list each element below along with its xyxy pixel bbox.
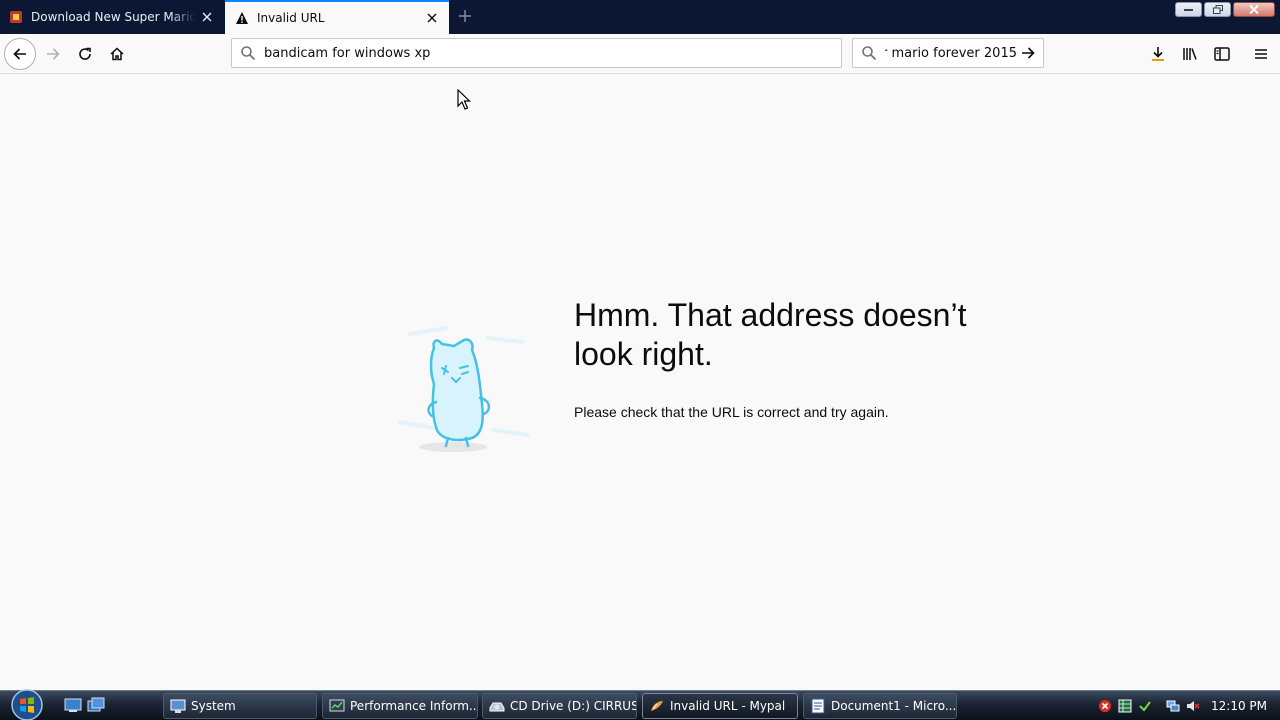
- url-input[interactable]: [264, 45, 841, 61]
- reload-icon: [79, 47, 91, 60]
- taskbar-item-label: Document1 - Micro...: [831, 699, 957, 713]
- word-document-icon: [810, 698, 826, 714]
- home-button[interactable]: [101, 38, 133, 70]
- network-icon[interactable]: [1165, 698, 1181, 714]
- tab-invalid-url[interactable]: Invalid URL: [225, 0, 449, 34]
- windows-start-orb-icon: [11, 689, 43, 720]
- sidebar-icon: [1214, 47, 1230, 61]
- menu-button[interactable]: [1248, 41, 1274, 67]
- home-icon: [110, 47, 124, 61]
- search-bar[interactable]: [852, 38, 1044, 68]
- checkmark-shield-icon[interactable]: [1137, 698, 1153, 714]
- error-description: Please check that the URL is correct and…: [574, 404, 889, 420]
- tab-label: Download New Super Mario Forever 2015: [31, 10, 195, 24]
- cd-drive-icon: [489, 698, 505, 714]
- minimize-button[interactable]: [1175, 2, 1202, 17]
- search-icon: [241, 46, 256, 61]
- volume-muted-icon[interactable]: [1185, 698, 1201, 714]
- reload-button[interactable]: [69, 38, 101, 70]
- start-button[interactable]: [6, 687, 48, 720]
- site-favicon-icon: [9, 10, 23, 24]
- taskbar-item-performance[interactable]: Performance Inform...: [322, 693, 478, 719]
- search-icon: [862, 46, 877, 61]
- downloads-button[interactable]: [1145, 41, 1171, 67]
- error-title: Hmm. That address doesn’t look right.: [574, 297, 967, 372]
- performance-icon: [329, 698, 345, 714]
- hamburger-menu-icon: [1255, 49, 1267, 59]
- sidebar-button[interactable]: [1209, 41, 1235, 67]
- taskbar-item-mypal[interactable]: Invalid URL - Mypal: [642, 693, 798, 719]
- mypal-browser-icon: [649, 698, 665, 714]
- spreadsheet-icon[interactable]: [1117, 698, 1133, 714]
- forward-button[interactable]: [37, 38, 69, 70]
- windows-taskbar: System Performance Inform... CD Drive (D…: [0, 687, 1280, 720]
- system-icon: [170, 698, 186, 714]
- arrow-right-icon: [47, 48, 60, 60]
- taskbar-clock[interactable]: 12:10 PM: [1211, 699, 1267, 713]
- search-go-button[interactable]: [1017, 42, 1039, 64]
- tab-strip: Download New Super Mario Forever 2015 In…: [0, 0, 1280, 34]
- tab-label: Invalid URL: [257, 11, 325, 25]
- taskbar-item-label: Invalid URL - Mypal: [670, 699, 786, 713]
- arrow-right-icon: [1022, 47, 1035, 59]
- show-desktop-icon[interactable]: [64, 697, 82, 713]
- error-cat-illustration-icon: [398, 326, 530, 452]
- taskbar-item-system[interactable]: System: [163, 693, 317, 719]
- page-content: [0, 75, 1280, 690]
- restore-icon: [1212, 5, 1223, 14]
- close-icon: [1249, 5, 1259, 14]
- warning-icon: [235, 11, 249, 25]
- library-button[interactable]: [1177, 41, 1203, 67]
- url-bar[interactable]: [231, 38, 842, 68]
- taskbar-item-cd-drive[interactable]: CD Drive (D:) CIRRUS: [482, 693, 637, 719]
- taskbar-item-label: System: [191, 699, 236, 713]
- window-controls: [1175, 2, 1275, 17]
- taskbar-item-label: CD Drive (D:) CIRRUS: [510, 699, 637, 713]
- back-button[interactable]: [4, 38, 36, 70]
- mouse-cursor-icon: [457, 89, 471, 110]
- library-icon: [1183, 48, 1197, 60]
- download-icon: [1152, 47, 1164, 61]
- plus-icon: [458, 8, 472, 27]
- switch-windows-icon[interactable]: [87, 697, 105, 713]
- navigation-toolbar: [0, 34, 1280, 74]
- close-window-button[interactable]: [1233, 2, 1275, 17]
- tab-download-mario[interactable]: Download New Super Mario Forever 2015: [0, 0, 224, 34]
- restore-button[interactable]: [1204, 2, 1231, 17]
- arrow-left-icon: [13, 48, 26, 60]
- new-tab-button[interactable]: [453, 5, 477, 29]
- close-tab-icon[interactable]: [195, 5, 219, 29]
- close-tab-icon[interactable]: [420, 6, 444, 30]
- minimize-icon: [1184, 8, 1193, 11]
- taskbar-item-word-document[interactable]: Document1 - Micro...: [803, 693, 957, 719]
- system-tray: 12:10 PM: [1097, 691, 1280, 720]
- security-alert-icon[interactable]: [1097, 698, 1113, 714]
- taskbar-item-label: Performance Inform...: [350, 699, 478, 713]
- search-input[interactable]: [885, 45, 1017, 61]
